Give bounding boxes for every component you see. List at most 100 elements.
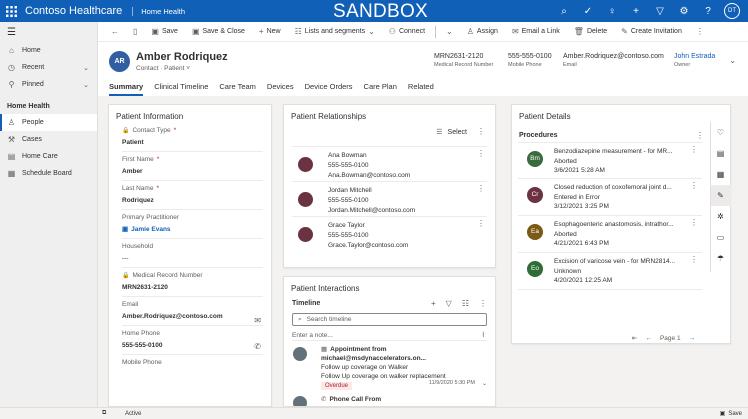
- list-item[interactable]: Ana Bowman 555-555-0100 Ana.Bowman@conto…: [292, 146, 487, 181]
- nav-home[interactable]: ⌂ Home: [0, 42, 97, 59]
- more-icon[interactable]: ⋮: [690, 218, 698, 228]
- nav-pinned[interactable]: ⚲ Pinned ⌄: [0, 76, 97, 93]
- app-name[interactable]: Contoso Healthcare: [25, 5, 122, 17]
- more-icon[interactable]: ⋮: [479, 299, 487, 308]
- chevron-down-icon: ⌄: [83, 81, 89, 89]
- contact-avatar: [298, 192, 313, 207]
- filter-icon[interactable]: ▽: [446, 299, 452, 308]
- list-item[interactable]: Bm Benzodiazepine measurement - for MR..…: [518, 142, 702, 179]
- first-page-icon[interactable]: ⇤: [632, 334, 637, 342]
- settings-icon[interactable]: ✲: [711, 206, 731, 227]
- nav-home-care[interactable]: ▤ Home Care: [0, 148, 97, 165]
- app-launcher-icon[interactable]: [0, 0, 22, 22]
- procedure-avatar: Bm: [527, 151, 543, 167]
- save-button[interactable]: ▣ Save: [144, 22, 185, 42]
- list-item[interactable]: Jordan Mitchell 555-555-0100 Jordan.Mitc…: [292, 181, 487, 216]
- email-link-button[interactable]: ✉ Email a Link: [505, 22, 567, 42]
- attachment-icon[interactable]: ⌇: [482, 331, 485, 339]
- more-icon[interactable]: ⋮: [477, 149, 485, 158]
- status-bar: ⧉ Active ▣ Save: [0, 407, 748, 419]
- create-invitation-button[interactable]: ✎ Create Invitation: [614, 22, 689, 42]
- save-close-button[interactable]: ▣ Save & Close: [185, 22, 252, 42]
- primary-practitioner-field: Primary Practitioner ▣ Jamie Evans: [122, 213, 180, 234]
- search-input[interactable]: ⌕ Search timeline: [292, 313, 487, 326]
- calendar-icon[interactable]: ▦: [711, 164, 731, 185]
- more-icon[interactable]: ⋮: [690, 255, 698, 265]
- lock-icon: 🔒: [122, 272, 130, 279]
- connect-dropdown[interactable]: ⌄: [439, 22, 460, 42]
- lightbulb-icon[interactable]: ♀: [600, 0, 624, 22]
- back-arrow-icon: ←: [111, 27, 119, 36]
- procedure-avatar: Cr: [527, 187, 543, 203]
- lists-segments-button[interactable]: ☷ Lists and segments ⌄: [288, 22, 382, 42]
- more-icon[interactable]: ⋮: [696, 131, 704, 140]
- chevron-down-icon[interactable]: ⌄: [482, 380, 487, 389]
- form-icon-button[interactable]: ▯: [126, 22, 144, 42]
- save-close-icon: ▣: [191, 27, 200, 36]
- timeline-item[interactable]: ▦ Appointment from michael@msdynaccelerat…: [284, 341, 495, 394]
- clipboard-icon[interactable]: ▤: [711, 143, 731, 164]
- status-save-button[interactable]: ▣ Save: [720, 410, 742, 418]
- more-icon[interactable]: ⋮: [477, 219, 485, 228]
- plus-icon[interactable]: +: [624, 0, 648, 22]
- previous-page-icon[interactable]: ←: [645, 335, 652, 342]
- more-icon[interactable]: ⋮: [477, 184, 485, 193]
- save-icon: ▣: [151, 27, 159, 36]
- note-input[interactable]: Enter a note... ⌇: [292, 330, 487, 341]
- select-button[interactable]: ☰ Select: [436, 128, 467, 136]
- user-avatar[interactable]: DT: [724, 3, 740, 19]
- search-icon[interactable]: ⌕: [552, 0, 576, 22]
- phone-icon[interactable]: ✆: [254, 342, 261, 351]
- avatar: AR: [109, 51, 130, 72]
- gear-icon[interactable]: ⚙: [672, 0, 696, 22]
- next-page-icon[interactable]: →: [689, 335, 696, 342]
- heart-icon[interactable]: ♡: [711, 122, 731, 143]
- hamburger-icon[interactable]: ☰: [0, 22, 97, 42]
- tab-clinical-timeline[interactable]: Clinical Timeline: [154, 82, 208, 96]
- new-button[interactable]: + New: [252, 22, 288, 42]
- tab-summary[interactable]: Summary: [109, 82, 144, 96]
- environment-badge: SANDBOX: [333, 1, 429, 22]
- more-icon[interactable]: ⋮: [477, 127, 485, 136]
- device-icon[interactable]: ▭: [711, 227, 731, 248]
- chevron-down-icon[interactable]: ⌄: [729, 56, 736, 65]
- list-item[interactable]: Cr Closed reduction of coxofemoral joint…: [518, 179, 702, 216]
- tab-related[interactable]: Related: [408, 82, 434, 96]
- filter-icon[interactable]: ▽: [648, 0, 672, 22]
- back-button[interactable]: ←: [104, 22, 126, 42]
- list-item[interactable]: Ea Esophagoenteric anastomosis, intratho…: [518, 216, 702, 253]
- wrench-icon: ⚒: [7, 135, 16, 144]
- household-field: Household ---: [122, 242, 154, 262]
- assign-button[interactable]: ♙ Assign: [460, 22, 505, 42]
- help-icon[interactable]: ?: [696, 0, 720, 22]
- record-subtitle[interactable]: Contact · Patient ˅: [136, 65, 190, 72]
- plus-icon[interactable]: +: [431, 299, 436, 308]
- pencil-icon[interactable]: ✎: [710, 185, 731, 206]
- tab-device-orders[interactable]: Device Orders: [305, 82, 353, 96]
- nav-schedule-board[interactable]: ▦ Schedule Board: [0, 165, 97, 182]
- page-number: Page 1: [659, 334, 681, 342]
- delete-button[interactable]: 🗑 Delete: [567, 22, 614, 42]
- task-icon[interactable]: ✓: [576, 0, 600, 22]
- tab-care-plan[interactable]: Care Plan: [364, 82, 397, 96]
- more-icon[interactable]: ⋮: [690, 145, 698, 155]
- sort-icon[interactable]: ☷: [462, 299, 469, 308]
- tab-devices[interactable]: Devices: [267, 82, 294, 96]
- more-commands-button[interactable]: ⋮: [689, 22, 711, 42]
- timeline-item[interactable]: ✆ Phone Call From: [284, 394, 495, 406]
- plus-icon: +: [258, 27, 264, 36]
- patient-relationships-card: Patient Relationships ☰ Select ⋮ Ana Bowm…: [283, 104, 496, 268]
- patient-interactions-card: Patient Interactions Timeline + ▽ ☷ ⋮ ⌕ …: [283, 276, 496, 407]
- connect-button[interactable]: ⚇ Connect: [382, 22, 432, 42]
- send-email-icon[interactable]: ✉: [254, 316, 261, 325]
- list-item[interactable]: Eo Excision of varicose vein - for MRN28…: [518, 253, 702, 290]
- nav-cases[interactable]: ⚒ Cases: [0, 131, 97, 148]
- tab-care-team[interactable]: Care Team: [219, 82, 256, 96]
- open-in-window-icon[interactable]: ⧉: [102, 410, 106, 417]
- nav-recent[interactable]: ◷ Recent ⌄: [0, 59, 97, 76]
- record-name: Amber Rodriquez: [136, 51, 228, 63]
- nav-people[interactable]: ♙ People: [0, 114, 97, 131]
- list-item[interactable]: Grace Taylor 555-555-0100 Grace.Taylor@c…: [292, 216, 487, 251]
- umbrella-icon[interactable]: ☂: [711, 248, 731, 269]
- more-icon[interactable]: ⋮: [690, 181, 698, 191]
